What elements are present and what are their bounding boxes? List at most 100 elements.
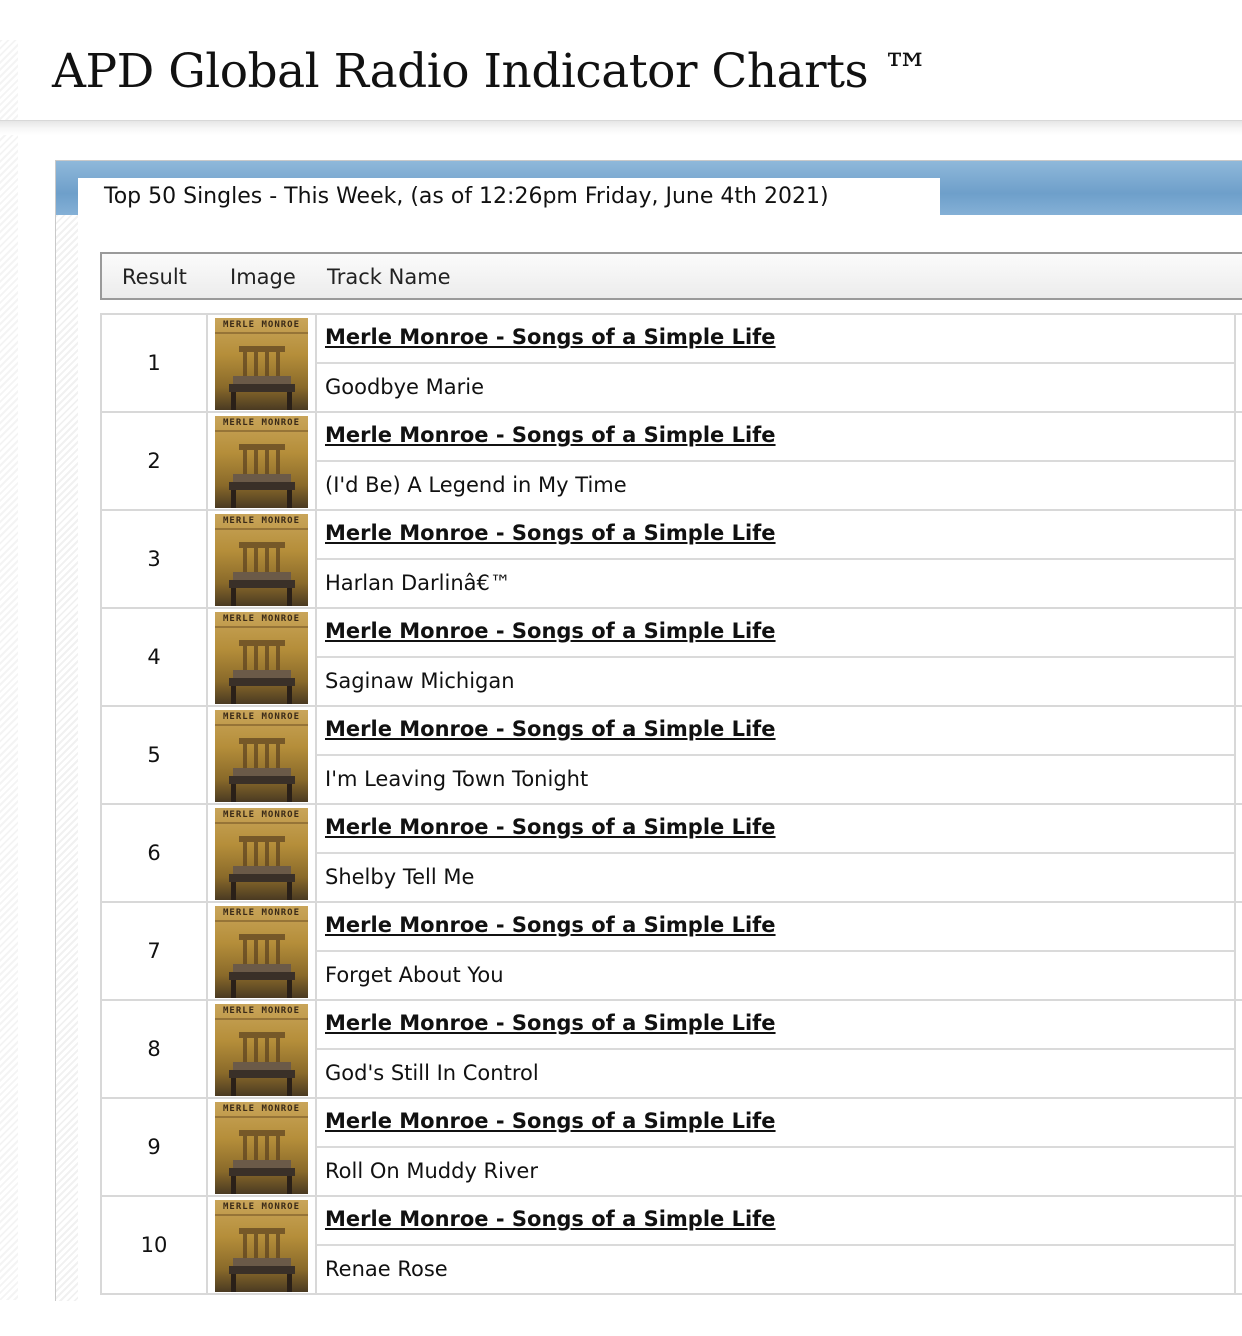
chair-icon xyxy=(215,822,308,900)
table-row: 3 MERLE MONROE Merle Monroe - Songs of a… xyxy=(100,511,1242,609)
album-cover-image[interactable]: MERLE MONROE xyxy=(215,1004,308,1096)
album-link[interactable]: Merle Monroe - Songs of a Simple Life xyxy=(325,913,776,937)
album-cover-image[interactable]: MERLE MONROE xyxy=(215,416,308,508)
rank-number: 6 xyxy=(100,805,208,901)
table-row: 4 MERLE MONROE Merle Monroe - Songs of a… xyxy=(100,609,1242,707)
album-cover-title: MERLE MONROE xyxy=(222,320,301,330)
album-link[interactable]: Merle Monroe - Songs of a Simple Life xyxy=(325,521,776,545)
table-row: 1 MERLE MONROE Merle Monroe - Songs of a… xyxy=(100,315,1242,413)
table-row: 7 MERLE MONROE Merle Monroe - Songs of a… xyxy=(100,903,1242,1001)
page-title: APD Global Radio Indicator Charts ™ xyxy=(52,44,930,99)
table-row: 8 MERLE MONROE Merle Monroe - Songs of a… xyxy=(100,1001,1242,1099)
chair-icon xyxy=(215,626,308,704)
album-cover-title: MERLE MONROE xyxy=(222,1202,301,1212)
album-cover-title: MERLE MONROE xyxy=(222,810,301,820)
column-header-track-name: Track Name xyxy=(327,265,451,289)
album-cover-image[interactable]: MERLE MONROE xyxy=(215,710,308,802)
album-cover-title: MERLE MONROE xyxy=(222,614,301,624)
track-info: Merle Monroe - Songs of a Simple Life Sh… xyxy=(315,805,1236,901)
rank-number: 8 xyxy=(100,1001,208,1097)
album-cover-image[interactable]: MERLE MONROE xyxy=(215,1102,308,1194)
album-cover-title: MERLE MONROE xyxy=(222,1104,301,1114)
track-divider xyxy=(317,460,1234,462)
album-link[interactable]: Merle Monroe - Songs of a Simple Life xyxy=(325,423,776,447)
chart-rows: 1 MERLE MONROE Merle Monroe - Songs of a… xyxy=(100,313,1242,1295)
track-info: Merle Monroe - Songs of a Simple Life Go… xyxy=(315,1001,1236,1097)
song-title: Roll On Muddy River xyxy=(325,1159,538,1183)
album-cover-image[interactable]: MERLE MONROE xyxy=(215,808,308,900)
track-info: Merle Monroe - Songs of a Simple Life Sa… xyxy=(315,609,1236,705)
album-link[interactable]: Merle Monroe - Songs of a Simple Life xyxy=(325,619,776,643)
track-info: Merle Monroe - Songs of a Simple Life Ha… xyxy=(315,511,1236,607)
track-info: Merle Monroe - Songs of a Simple Life Fo… xyxy=(315,903,1236,999)
track-divider xyxy=(317,656,1234,658)
table-row: 2 MERLE MONROE Merle Monroe - Songs of a… xyxy=(100,413,1242,511)
track-info: Merle Monroe - Songs of a Simple Life Ro… xyxy=(315,1099,1236,1195)
song-title: Forget About You xyxy=(325,963,504,987)
song-title: God's Still In Control xyxy=(325,1061,539,1085)
song-title: Saginaw Michigan xyxy=(325,669,515,693)
track-divider xyxy=(317,558,1234,560)
track-info: Merle Monroe - Songs of a Simple Life Go… xyxy=(315,315,1236,411)
rank-number: 3 xyxy=(100,511,208,607)
chair-icon xyxy=(215,430,308,508)
rank-number: 1 xyxy=(100,315,208,411)
chair-icon xyxy=(215,1116,308,1194)
album-link[interactable]: Merle Monroe - Songs of a Simple Life xyxy=(325,325,776,349)
chair-icon xyxy=(215,1214,308,1292)
table-row: 6 MERLE MONROE Merle Monroe - Songs of a… xyxy=(100,805,1242,903)
title-divider xyxy=(0,120,1242,135)
album-link[interactable]: Merle Monroe - Songs of a Simple Life xyxy=(325,815,776,839)
song-title: Goodbye Marie xyxy=(325,375,485,399)
chair-icon xyxy=(215,724,308,802)
rank-number: 2 xyxy=(100,413,208,509)
chair-icon xyxy=(215,332,308,410)
chart-tab-label[interactable]: Top 50 Singles - This Week, (as of 12:26… xyxy=(78,178,940,215)
album-cover-title: MERLE MONROE xyxy=(222,418,301,428)
table-header: Result Image Track Name xyxy=(100,252,1242,300)
track-divider xyxy=(317,852,1234,854)
song-title: Shelby Tell Me xyxy=(325,865,475,889)
track-info: Merle Monroe - Songs of a Simple Life I'… xyxy=(315,707,1236,803)
album-cover-image[interactable]: MERLE MONROE xyxy=(215,514,308,606)
page-edge-pattern xyxy=(0,40,18,1300)
rank-number: 5 xyxy=(100,707,208,803)
rank-number: 9 xyxy=(100,1099,208,1195)
track-divider xyxy=(317,1244,1234,1246)
table-row: 9 MERLE MONROE Merle Monroe - Songs of a… xyxy=(100,1099,1242,1197)
album-link[interactable]: Merle Monroe - Songs of a Simple Life xyxy=(325,1109,776,1133)
album-cover-title: MERLE MONROE xyxy=(222,712,301,722)
chair-icon xyxy=(215,1018,308,1096)
album-link[interactable]: Merle Monroe - Songs of a Simple Life xyxy=(325,1207,776,1231)
album-cover-image[interactable]: MERLE MONROE xyxy=(215,318,308,410)
song-title: Harlan Darlinâ€™ xyxy=(325,571,511,595)
album-cover-title: MERLE MONROE xyxy=(222,516,301,526)
column-header-result: Result xyxy=(122,265,187,289)
rank-number: 4 xyxy=(100,609,208,705)
track-divider xyxy=(317,950,1234,952)
album-link[interactable]: Merle Monroe - Songs of a Simple Life xyxy=(325,1011,776,1035)
song-title: Renae Rose xyxy=(325,1257,448,1281)
album-link[interactable]: Merle Monroe - Songs of a Simple Life xyxy=(325,717,776,741)
album-cover-title: MERLE MONROE xyxy=(222,1006,301,1016)
panel-gutter-pattern xyxy=(56,215,78,1301)
table-row: 10 MERLE MONROE Merle Monroe - Songs of … xyxy=(100,1197,1242,1295)
rank-number: 10 xyxy=(100,1197,208,1293)
album-cover-image[interactable]: MERLE MONROE xyxy=(215,1200,308,1292)
song-title: (I'd Be) A Legend in My Time xyxy=(325,473,627,497)
song-title: I'm Leaving Town Tonight xyxy=(325,767,589,791)
album-cover-image[interactable]: MERLE MONROE xyxy=(215,906,308,998)
track-divider xyxy=(317,362,1234,364)
column-header-image: Image xyxy=(230,265,296,289)
track-divider xyxy=(317,754,1234,756)
rank-number: 7 xyxy=(100,903,208,999)
track-divider xyxy=(317,1146,1234,1148)
album-cover-image[interactable]: MERLE MONROE xyxy=(215,612,308,704)
table-row: 5 MERLE MONROE Merle Monroe - Songs of a… xyxy=(100,707,1242,805)
track-info: Merle Monroe - Songs of a Simple Life Re… xyxy=(315,1197,1236,1293)
chair-icon xyxy=(215,920,308,998)
chair-icon xyxy=(215,528,308,606)
album-cover-title: MERLE MONROE xyxy=(222,908,301,918)
track-info: Merle Monroe - Songs of a Simple Life (I… xyxy=(315,413,1236,509)
track-divider xyxy=(317,1048,1234,1050)
